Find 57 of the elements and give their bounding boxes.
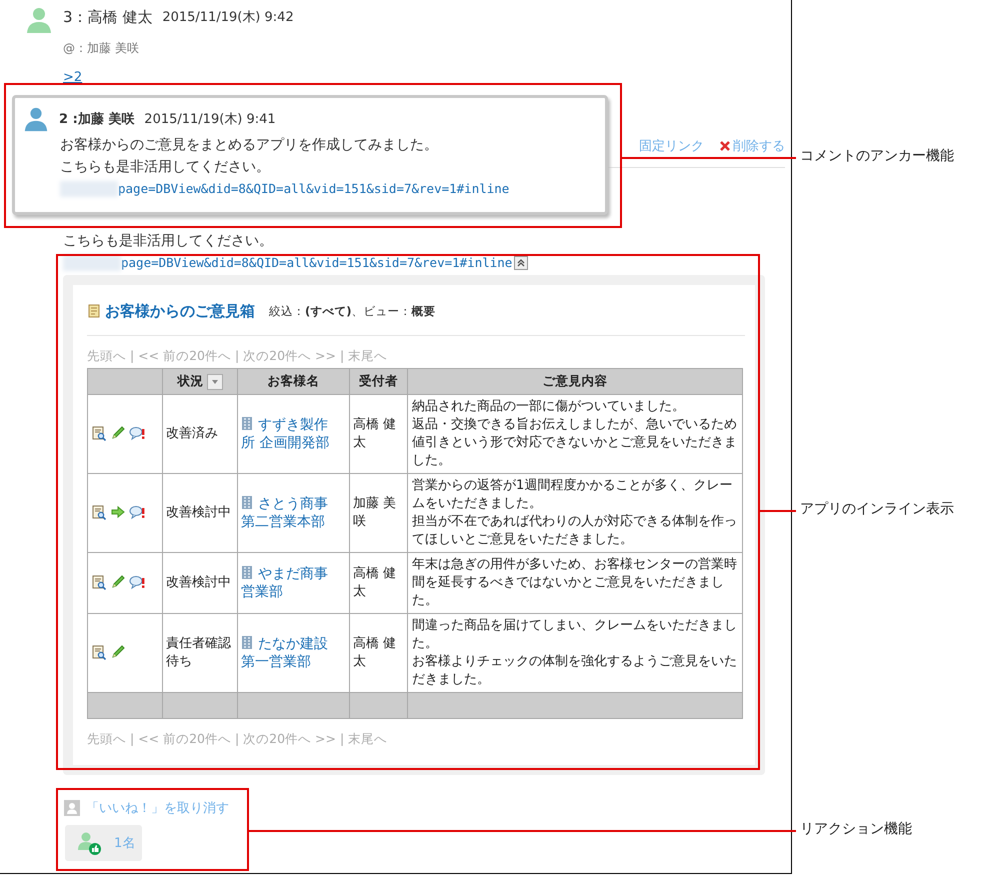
comment-text: こちらも是非活用してください。 (63, 232, 274, 251)
mention-text: @：加藤 美咲 (63, 40, 140, 57)
status-cell: 改善済み (162, 394, 238, 474)
user-like-icon (76, 831, 102, 855)
document-magnifier-icon[interactable] (91, 504, 107, 520)
building-icon (241, 635, 253, 650)
column-header: ご意見内容 (408, 368, 742, 394)
column-header: 受付者 (350, 368, 408, 394)
content-cell: 営業からの返答が1週間程度かかることが多く、クレームをいただきました。 担当が不在であれば代わりの人が対応できる体制を作ってほしいとご意見をいただきました。 (408, 474, 742, 552)
building-icon (241, 495, 253, 510)
user-avatar-icon (25, 6, 53, 34)
dropdown-icon[interactable] (206, 374, 222, 390)
status-cell: 改善検討中 (162, 474, 238, 552)
notebook-icon (87, 304, 101, 318)
building-icon (241, 416, 253, 431)
comment-date: 2015/11/19(木) 9:42 (162, 9, 294, 26)
speech-bubble-icon[interactable] (129, 425, 145, 442)
speech-bubble-icon[interactable] (129, 574, 145, 590)
filter-text: 絞込：(すべて)、ビュー：概要 (269, 304, 436, 318)
comment-author: 2 :加藤 美咲 (59, 110, 134, 128)
annotation-label: リアクション機能 (800, 820, 912, 838)
comment-date: 2015/11/19(木) 9:41 (144, 111, 276, 128)
pencil-icon[interactable] (110, 644, 126, 660)
assignee-cell: 加藤 美咲 (350, 474, 408, 552)
content-cell: 納品された商品の一部に傷がついていました。 返品・交換できる旨お伝えしましたが、急いでいるため 値引きという形で対応できないかとご意見をいただきました。 (408, 394, 742, 474)
person-icon (64, 800, 80, 816)
document-magnifier-icon[interactable] (91, 425, 107, 442)
assignee-cell: 高橋 健太 (350, 552, 408, 614)
content-cell: 年末は急ぎの用件が多いため、お客様センターの営業時間を延長するべきではないかとご意見をいただきました。 (408, 552, 742, 614)
comment-author: 3：高橋 健太 (63, 8, 152, 26)
column-header: お客様名 (238, 368, 350, 394)
arrow-right-icon[interactable] (110, 504, 126, 520)
annotation-label: アプリのインライン表示 (800, 500, 954, 518)
comment-text: お客様からのご意見をまとめるアプリを作成してみました。 (60, 136, 439, 155)
annotation-label: コメントのアンカー機能 (800, 147, 954, 165)
url-link[interactable]: page=DBView&did=8&QID=all&vid=151&sid=7&rev=1#inline (121, 255, 512, 270)
leader-line (760, 510, 796, 512)
status-cell: 改善検討中 (162, 552, 238, 614)
pencil-icon[interactable] (110, 425, 126, 442)
redacted-block (60, 180, 118, 196)
column-header[interactable]: 状況 (162, 368, 238, 394)
assignee-cell: 高橋 健太 (350, 394, 408, 474)
document-magnifier-icon[interactable] (91, 574, 107, 590)
pager-text: 先頭へ | << 前の20件へ | 次の20件へ >> | 末尾へ (87, 348, 388, 365)
anchor-link[interactable]: >2 (63, 70, 82, 85)
close-icon (720, 141, 730, 151)
comment-text: こちらも是非活用してください。 (60, 158, 271, 177)
user-avatar-icon (23, 106, 49, 132)
collapse-button[interactable] (514, 256, 528, 270)
pencil-icon[interactable] (110, 574, 126, 590)
pager-text: 先頭へ | << 前の20件へ | 次の20件へ >> | 末尾へ (87, 731, 388, 748)
app-title-link[interactable]: お客様からのご意見箱 (105, 302, 255, 320)
document-magnifier-icon[interactable] (91, 644, 107, 660)
url-link[interactable]: page=DBView&did=8&QID=all&vid=151&sid=7&rev=1#inline (118, 181, 510, 196)
chevron-up-icon (516, 258, 526, 268)
building-icon (241, 565, 253, 580)
speech-bubble-icon[interactable] (129, 504, 145, 520)
